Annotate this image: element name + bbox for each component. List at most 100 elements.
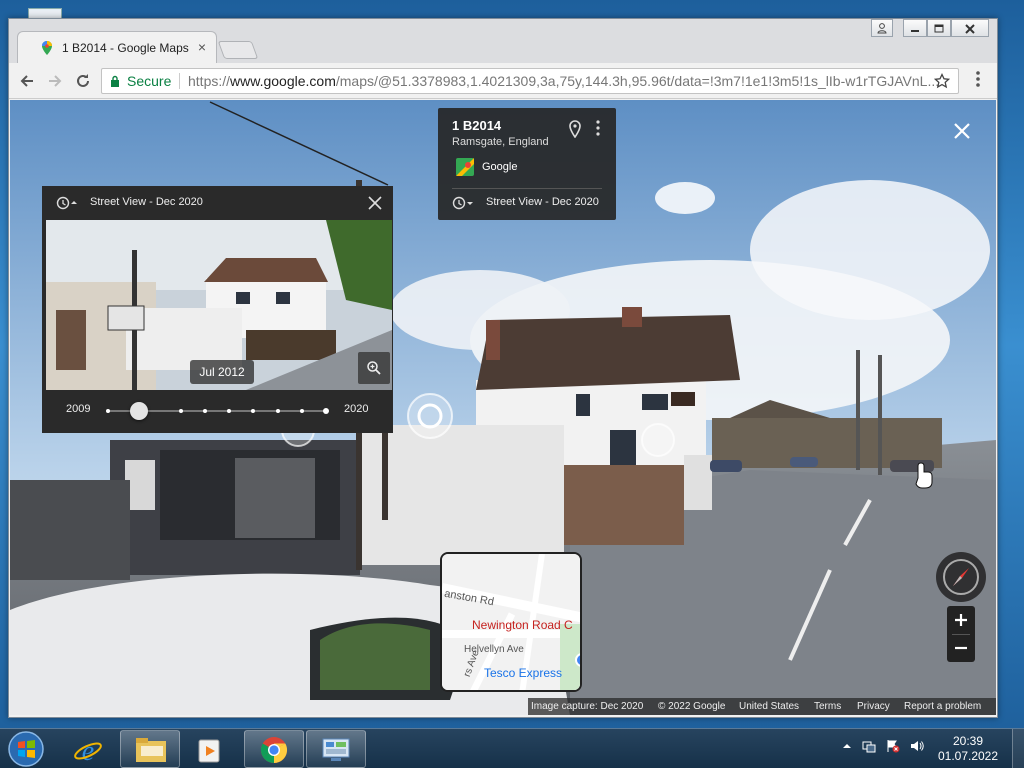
close-icon[interactable] xyxy=(368,196,382,210)
street-view-canvas[interactable]: 1 B2014 Ramsgate, England Google Street … xyxy=(10,100,996,715)
slider-tick[interactable] xyxy=(106,409,110,413)
report-problem-link[interactable]: Report a problem xyxy=(904,698,981,715)
time-travel-panel: Street View - Dec 2020 Jul 2012 2009 202… xyxy=(42,186,393,433)
taskbar-windows-explorer[interactable] xyxy=(120,730,180,768)
back-icon xyxy=(20,75,33,87)
slider-start-year: 2009 xyxy=(66,403,91,415)
url-host: www.google.com xyxy=(230,73,336,89)
close-street-view-button[interactable] xyxy=(951,120,973,142)
taskbar-media-player[interactable] xyxy=(182,730,242,768)
reload-icon xyxy=(77,74,89,87)
taskbar-control-panel[interactable] xyxy=(306,730,366,768)
explorer-icon xyxy=(136,738,166,762)
magnify-icon xyxy=(367,361,381,375)
url-text[interactable]: https://www.google.com/maps/@51.3378983,… xyxy=(188,69,939,93)
address-bar[interactable]: Secure https://www.google.com/maps/@51.3… xyxy=(101,68,959,94)
new-tab-button[interactable] xyxy=(217,41,259,59)
region-link[interactable]: United States xyxy=(739,698,799,715)
zoom-out-icon[interactable] xyxy=(954,641,968,655)
forward-icon xyxy=(49,75,62,87)
slider-tick[interactable] xyxy=(227,409,232,413)
reload-button[interactable] xyxy=(73,71,93,91)
mini-map[interactable]: anston Rd Newington Road C Helvellyn Ave… xyxy=(440,552,582,692)
tab-google-maps[interactable]: 1 B2014 - Google Maps × xyxy=(17,31,217,63)
chrome-icon xyxy=(260,737,288,764)
place-title: 1 B2014 xyxy=(452,118,502,133)
volume-icon[interactable] xyxy=(910,739,924,753)
star-icon[interactable] xyxy=(934,69,950,93)
action-center-icon[interactable] xyxy=(886,739,900,753)
close-icon xyxy=(954,123,970,139)
copyright: © 2022 Google xyxy=(658,701,726,712)
tab-title: 1 B2014 - Google Maps xyxy=(62,41,189,55)
time-travel-header: Street View - Dec 2020 xyxy=(42,186,393,220)
slider-tick[interactable] xyxy=(323,408,329,414)
secure-label: Secure xyxy=(127,73,172,89)
zoom-in-icon[interactable] xyxy=(954,613,968,627)
close-window-button[interactable] xyxy=(951,19,989,37)
history-icon[interactable] xyxy=(56,196,78,210)
svg-text:e: e xyxy=(82,736,94,765)
compass-button[interactable] xyxy=(936,552,986,602)
slider-tick[interactable] xyxy=(178,409,183,413)
privacy-link[interactable]: Privacy xyxy=(857,698,890,715)
time-travel-title: Street View - Dec 2020 xyxy=(90,196,203,208)
slider-tick[interactable] xyxy=(202,409,207,413)
address-divider xyxy=(179,73,180,89)
zoom-divider xyxy=(952,634,970,635)
user-icon xyxy=(877,23,887,34)
close-icon xyxy=(965,24,975,34)
network-icon[interactable] xyxy=(862,739,876,753)
card-divider xyxy=(452,188,602,189)
history-icon[interactable] xyxy=(452,196,474,210)
slider-tick[interactable] xyxy=(251,409,256,413)
browser-toolbar: Secure https://www.google.com/maps/@51.3… xyxy=(9,63,997,99)
ie-icon: e xyxy=(74,736,102,765)
restore-button[interactable] xyxy=(927,19,951,37)
minimize-icon xyxy=(911,30,919,32)
place-source[interactable]: Google xyxy=(482,161,517,173)
terms-link[interactable]: Terms xyxy=(814,698,841,715)
url-path: /maps/@51.3378983,1.4021309,3a,75y,144.3… xyxy=(335,73,940,89)
minimize-button[interactable] xyxy=(903,19,927,37)
maps-favicon-icon xyxy=(42,41,52,55)
place-info-card: 1 B2014 Ramsgate, England Google Street … xyxy=(438,108,616,220)
slider-handle[interactable] xyxy=(129,402,148,420)
chrome-window: 1 B2014 - Google Maps × Secure https://w… xyxy=(8,18,998,718)
system-clock[interactable]: 20:39 01.07.2022 xyxy=(936,734,1000,764)
taskbar-internet-explorer[interactable]: e xyxy=(58,730,118,768)
show-hidden-icons-icon[interactable] xyxy=(840,739,854,753)
pin-icon[interactable] xyxy=(568,120,582,138)
url-scheme: https:// xyxy=(188,73,231,89)
taskbar-chrome[interactable] xyxy=(244,730,304,768)
taskbar: e 20:39 01.07.2022 xyxy=(0,728,1024,768)
clock-time: 20:39 xyxy=(952,734,984,748)
timeline-slider[interactable]: 2009 2020 xyxy=(42,390,393,433)
control-panel-icon xyxy=(322,738,350,761)
tab-strip: 1 B2014 - Google Maps × xyxy=(9,19,997,63)
map-footer: Image capture: Dec 2020 © 2022 Google Un… xyxy=(528,698,996,715)
clock-date: 01.07.2022 xyxy=(937,749,999,763)
image-capture-date: Image capture: Dec 2020 xyxy=(531,701,644,712)
menu-icon xyxy=(976,71,980,87)
slider-tick[interactable] xyxy=(299,409,304,413)
media-player-icon xyxy=(198,739,220,763)
browser-menu-button[interactable] xyxy=(971,71,985,91)
google-maps-logo-icon xyxy=(456,158,474,176)
back-button[interactable] xyxy=(17,71,37,91)
more-options-icon[interactable] xyxy=(596,120,600,136)
slider-end-year: 2020 xyxy=(344,403,369,415)
poi-label[interactable]: Tesco Express xyxy=(484,666,562,680)
show-desktop-button[interactable] xyxy=(1012,729,1024,768)
compass-icon xyxy=(943,559,979,595)
timeline-label[interactable]: Street View - Dec 2020 xyxy=(486,196,599,208)
lock-icon xyxy=(111,75,119,87)
tab-close-icon[interactable]: × xyxy=(198,39,206,55)
slider-tick[interactable] xyxy=(275,409,280,413)
selected-date-label: Jul 2012 xyxy=(190,360,254,384)
historical-image-preview[interactable]: Jul 2012 xyxy=(46,220,392,390)
expand-preview-button[interactable] xyxy=(358,352,390,384)
start-button[interactable] xyxy=(6,729,46,768)
forward-button[interactable] xyxy=(45,71,65,91)
user-profile-button[interactable] xyxy=(871,19,893,37)
